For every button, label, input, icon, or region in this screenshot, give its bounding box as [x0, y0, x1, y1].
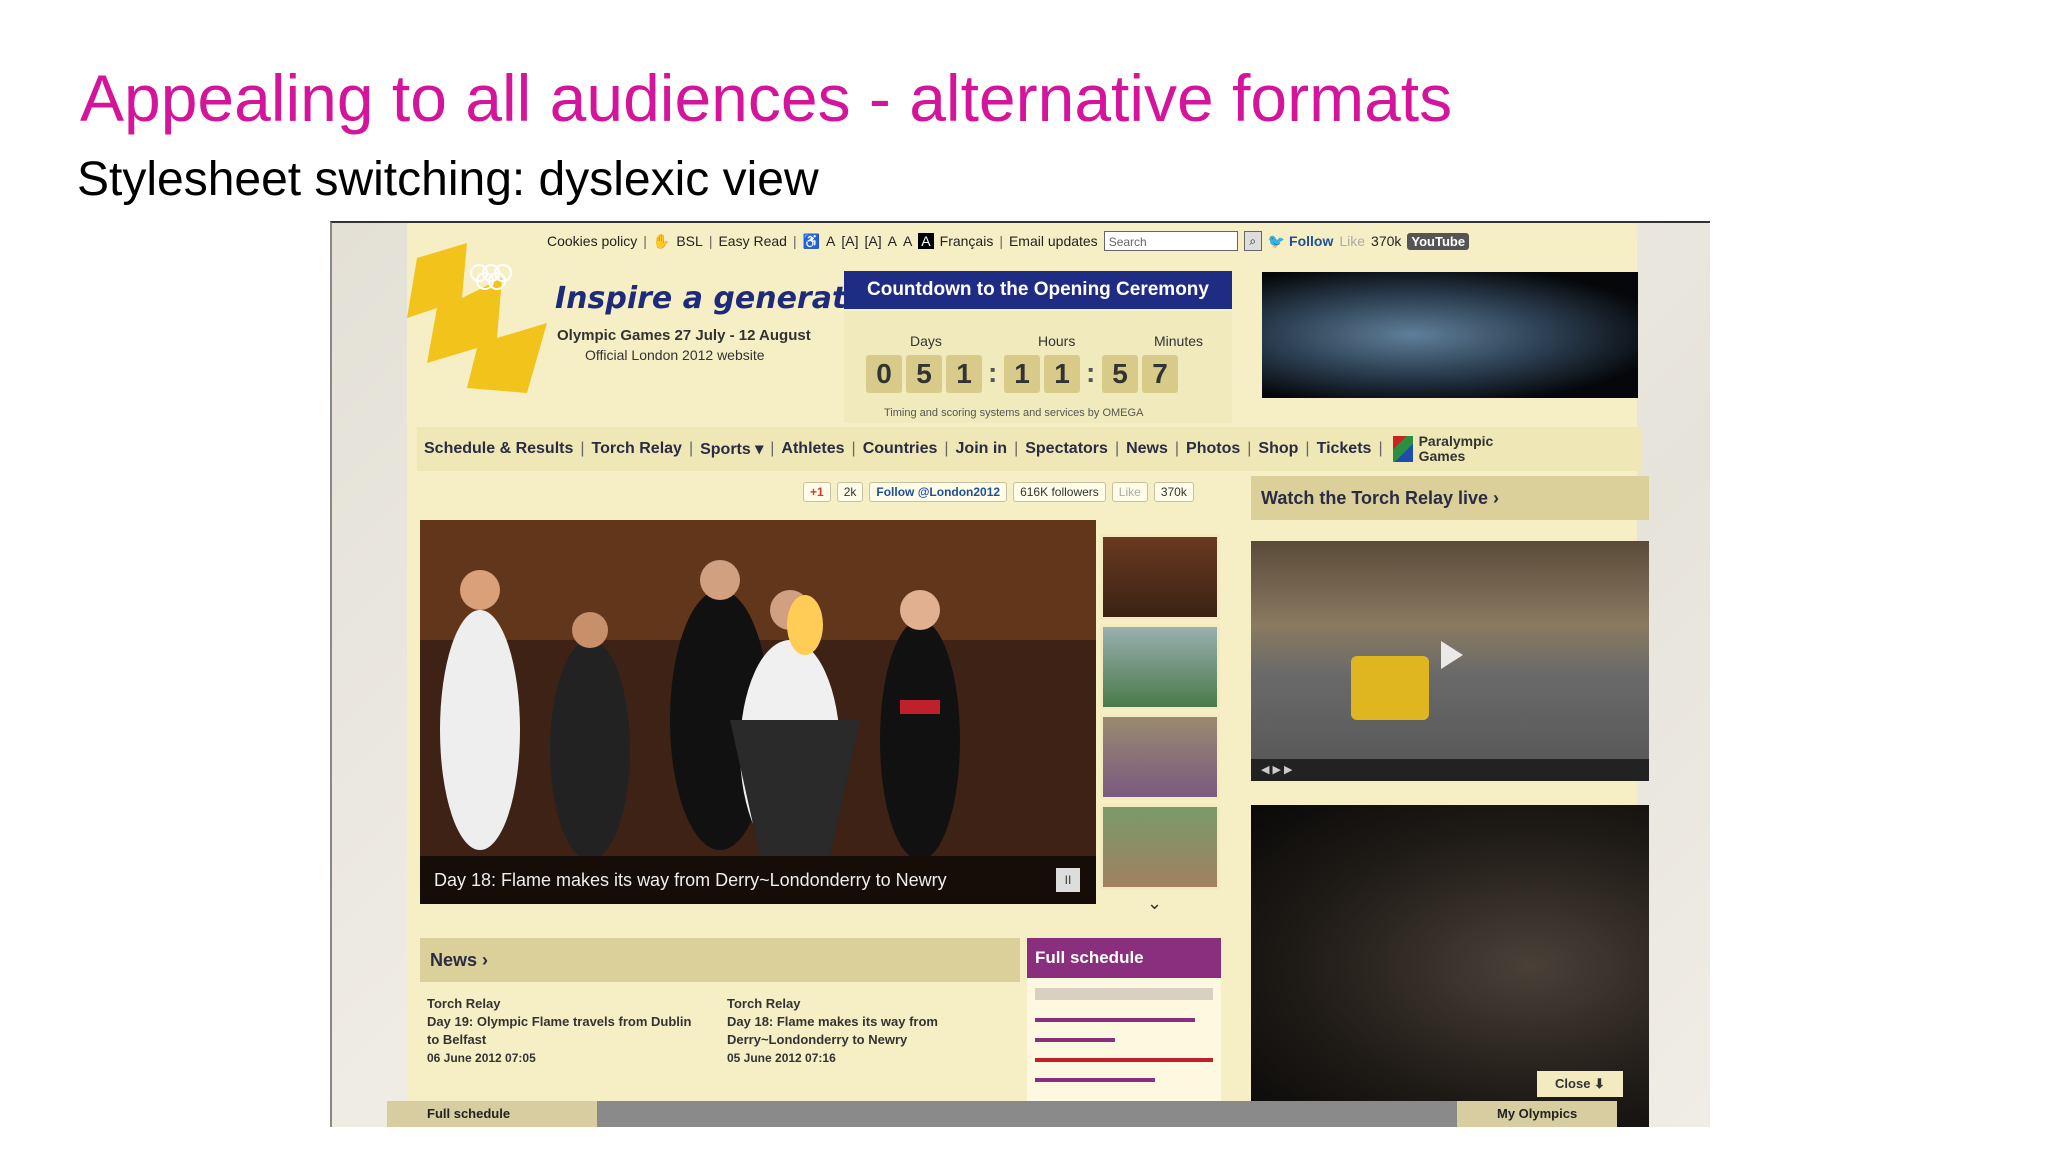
news-category: Torch Relay	[727, 996, 801, 1011]
follow-label: Follow	[1289, 232, 1334, 249]
news-date: 05 June 2012 07:16	[727, 1051, 836, 1065]
days-digit-2: 5	[906, 355, 942, 393]
paralympic-logo-icon[interactable]	[1392, 436, 1413, 462]
easy-read-link[interactable]: Easy Read	[718, 233, 786, 249]
nav-paralympic-games[interactable]: Paralympic Games	[1419, 434, 1494, 464]
news-heading[interactable]: News ›	[420, 938, 1020, 982]
nav-spectators[interactable]: Spectators	[1018, 440, 1115, 458]
thumbnail-3[interactable]	[1100, 714, 1220, 800]
countdown-colon: :	[988, 357, 998, 388]
nav-photos[interactable]: Photos	[1179, 440, 1247, 458]
hours-digit-1: 1	[1004, 355, 1040, 393]
sport-icons-strip[interactable]	[597, 1101, 1457, 1127]
news-date: 06 June 2012 07:05	[427, 1051, 536, 1065]
hours-label: Hours	[1038, 333, 1076, 349]
youtube-link[interactable]: YouTube	[1407, 232, 1470, 250]
like-count-2: 370k	[1153, 482, 1194, 502]
thumbnail-4[interactable]	[1100, 804, 1220, 890]
countdown-panel: Days Hours Minutes 0 5 1 : 1 1 : 5 7 Tim…	[844, 311, 1232, 423]
website-screenshot: Cookies policy | ✋ BSL | Easy Read | ♿ A…	[330, 221, 1710, 1127]
site-page: Cookies policy | ✋ BSL | Easy Read | ♿ A…	[407, 223, 1649, 1127]
twitter-follow-handle-button[interactable]: Follow @London2012	[869, 482, 1008, 502]
bsl-link[interactable]: BSL	[676, 233, 702, 249]
full-schedule-heading[interactable]: Full schedule	[1027, 938, 1221, 978]
nav-torch-relay[interactable]: Torch Relay	[585, 440, 689, 458]
news-item[interactable]: Torch Relay Day 19: Olympic Flame travel…	[427, 995, 707, 1067]
official-site-label: Official London 2012 website	[585, 347, 765, 363]
hero-caption: Day 18: Flame makes its way from Derry~L…	[420, 856, 1096, 904]
nav-countries[interactable]: Countries	[856, 440, 945, 458]
social-strip: +1 2k Follow @London2012 616K followers …	[803, 479, 1194, 505]
nav-sports[interactable]: Sports ▾	[693, 439, 770, 459]
header-video[interactable]	[1262, 272, 1638, 398]
london-2012-logo	[407, 243, 547, 393]
search-input[interactable]: Search	[1103, 231, 1238, 251]
google-plus-count: 2k	[836, 482, 864, 502]
days-digit-3: 1	[946, 355, 982, 393]
followers-count: 616K followers	[1013, 482, 1106, 502]
hero-scene	[420, 520, 1096, 860]
games-dates: Olympic Games 27 July - 12 August	[557, 327, 811, 344]
thumbnail-2[interactable]	[1100, 624, 1220, 710]
bottom-bar: Full schedule My Olympics	[387, 1101, 1617, 1127]
minutes-label: Minutes	[1154, 333, 1204, 349]
minutes-digit-2: 7	[1142, 355, 1178, 393]
bsl-hand-icon: ✋	[652, 232, 671, 249]
nav-join-in[interactable]: Join in	[949, 440, 1015, 458]
slide-title: Appealing to all audiences - alternative…	[80, 61, 1453, 135]
utility-bar: Cookies policy | ✋ BSL | Easy Read | ♿ A…	[547, 229, 1470, 253]
timing-credit: Timing and scoring systems and services …	[884, 407, 1144, 419]
news-item[interactable]: Torch Relay Day 18: Flame makes its way …	[727, 995, 1007, 1067]
torch-relay-video[interactable]: ◀ ▶ ▶	[1251, 541, 1649, 781]
minutes-digit-1: 5	[1102, 355, 1138, 393]
nav-tickets[interactable]: Tickets	[1310, 440, 1379, 458]
countdown-title[interactable]: Countdown to the Opening Ceremony	[844, 271, 1232, 309]
contrast-black-icon[interactable]: A	[918, 233, 934, 249]
pause-icon[interactable]: II	[1056, 868, 1080, 892]
full-schedule-tab[interactable]: Full schedule	[387, 1101, 597, 1127]
nav-schedule-results[interactable]: Schedule & Results	[417, 440, 580, 458]
paralympic-label-2: Games	[1418, 448, 1466, 464]
facebook-like-button[interactable]: Like	[1339, 233, 1365, 249]
nav-news[interactable]: News	[1119, 440, 1175, 458]
nav-athletes[interactable]: Athletes	[774, 440, 851, 458]
my-olympics-tab[interactable]: My Olympics	[1457, 1101, 1617, 1127]
paralympic-label-1: Paralympic	[1418, 433, 1494, 449]
contrast-high[interactable]: A	[903, 233, 912, 249]
twitter-follow-button[interactable]: 🐦 Follow	[1268, 233, 1334, 250]
google-plus-button[interactable]: +1	[803, 482, 831, 502]
francais-link[interactable]: Français	[940, 233, 994, 249]
hours-digit-2: 1	[1044, 355, 1080, 393]
text-size-medium[interactable]: [A]	[841, 233, 858, 249]
slide-subtitle: Stylesheet switching: dyslexic view	[77, 153, 819, 206]
twitter-bird-icon: 🐦	[1267, 232, 1286, 249]
accessibility-icon[interactable]: ♿	[803, 233, 820, 250]
play-icon[interactable]	[1441, 641, 1463, 669]
like-count: 370k	[1371, 233, 1402, 249]
hero-image[interactable]: Day 18: Flame makes its way from Derry~L…	[420, 520, 1096, 904]
close-button[interactable]: Close ⬇	[1537, 1071, 1623, 1097]
main-nav: Schedule & Results | Torch Relay | Sports …	[417, 427, 1642, 471]
like-button[interactable]: Like	[1111, 482, 1148, 502]
taxi-shape	[1351, 656, 1429, 720]
nav-shop[interactable]: Shop	[1251, 440, 1305, 458]
torch-relay-heading[interactable]: Watch the Torch Relay live ›	[1251, 476, 1649, 520]
contrast-normal[interactable]: A	[888, 233, 897, 249]
search-icon[interactable]: ⌕	[1243, 231, 1262, 251]
chevron-down-icon[interactable]: ⌄	[1147, 893, 1162, 914]
text-size-small[interactable]: A	[826, 233, 835, 249]
news-category: Torch Relay	[427, 996, 501, 1011]
text-size-large[interactable]: [A]	[864, 233, 881, 249]
days-digit-1: 0	[866, 355, 902, 393]
countdown-colon: :	[1086, 357, 1096, 388]
news-title[interactable]: Day 18: Flame makes its way from Derry~L…	[727, 1013, 1007, 1049]
schedule-chart	[1035, 988, 1213, 1082]
news-title[interactable]: Day 19: Olympic Flame travels from Dubli…	[427, 1013, 707, 1049]
email-updates-link[interactable]: Email updates	[1009, 233, 1098, 249]
video-controls[interactable]: ◀ ▶ ▶	[1251, 759, 1649, 781]
cookies-policy-link[interactable]: Cookies policy	[547, 233, 637, 249]
days-label: Days	[910, 333, 942, 349]
thumbnail-1[interactable]	[1100, 534, 1220, 620]
